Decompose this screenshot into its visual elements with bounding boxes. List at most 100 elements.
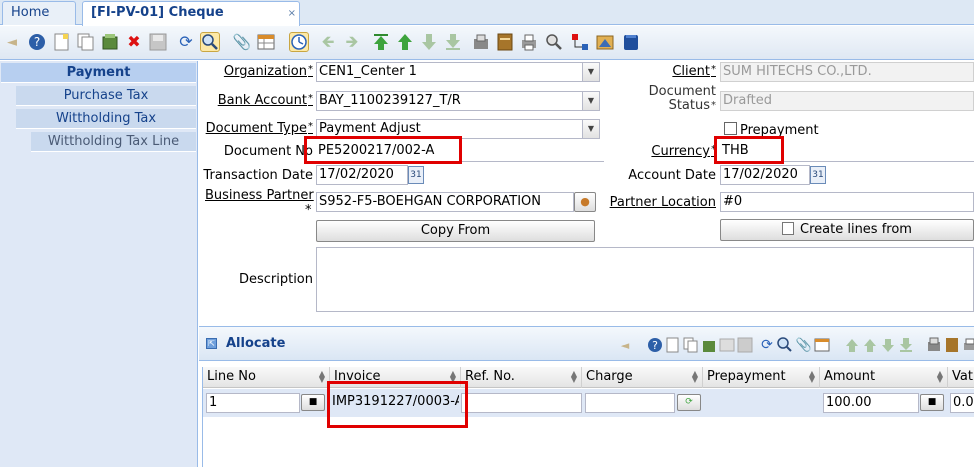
new-icon[interactable]: [52, 32, 72, 52]
vat-cell[interactable]: 0.00: [950, 393, 974, 413]
partner-location-label[interactable]: Partner Location: [610, 195, 716, 210]
column-header-line-no[interactable]: Line No ▲ ▼: [203, 367, 330, 388]
next-arrow-icon[interactable]: 🡺: [342, 32, 362, 52]
chevron-down-icon[interactable]: ▼: [582, 120, 599, 138]
next-record-icon[interactable]: [878, 335, 898, 355]
close-tab-icon[interactable]: ×: [288, 3, 296, 25]
prepayment-cell[interactable]: [703, 393, 820, 413]
grid-toggle-icon[interactable]: [256, 32, 276, 52]
prev-arrow-icon[interactable]: 🡸: [318, 32, 338, 52]
nav-item-payment[interactable]: Payment: [1, 63, 196, 83]
help-icon[interactable]: ?: [645, 335, 665, 355]
account-date-field[interactable]: 17/02/2020: [720, 165, 810, 185]
grid-toggle-icon[interactable]: [812, 335, 832, 355]
partner-location-field[interactable]: #0: [720, 192, 974, 212]
attachment-icon[interactable]: 📎: [794, 335, 814, 355]
new-icon[interactable]: [663, 335, 683, 355]
column-header-prepayment-label: Prepayment: [707, 369, 786, 384]
user-lookup-icon[interactable]: ●: [574, 192, 596, 212]
organization-label[interactable]: Organization*: [224, 64, 313, 79]
column-header-amount[interactable]: Amount ▲ ▼: [820, 367, 948, 388]
column-header-invoice[interactable]: Invoice ▲ ▼: [330, 367, 461, 388]
currency-label[interactable]: Currency*: [651, 144, 716, 159]
required-mark: *: [711, 64, 716, 75]
collapse-icon[interactable]: ⇱: [206, 338, 217, 349]
organization-label-text: Organization: [223, 64, 307, 79]
chevron-down-icon[interactable]: ▼: [582, 92, 599, 110]
bank-account-label[interactable]: Bank Account*: [218, 93, 313, 108]
back-icon[interactable]: ◄: [2, 32, 22, 52]
nav-item-purchase-tax[interactable]: Purchase Tax: [16, 86, 196, 106]
calendar-icon[interactable]: 31: [810, 166, 826, 184]
print-icon[interactable]: [960, 335, 974, 355]
find-icon[interactable]: [200, 32, 220, 52]
charge-cell[interactable]: [585, 393, 675, 413]
calendar-icon[interactable]: 31: [408, 166, 424, 184]
print-icon[interactable]: [519, 32, 539, 52]
process-icon[interactable]: [595, 32, 615, 52]
first-record-icon[interactable]: [842, 335, 862, 355]
create-lines-from-button[interactable]: Create lines from: [720, 219, 974, 241]
archive-icon[interactable]: [495, 32, 515, 52]
column-header-prepayment[interactable]: Prepayment ▲ ▼: [703, 367, 820, 388]
tab-cheque-payment[interactable]: [FI-PV-01] Cheque Payment ×: [82, 1, 300, 42]
bank-account-field[interactable]: BAY_1100239127_T/R ▼: [316, 91, 600, 111]
requery-icon[interactable]: ⟳: [757, 335, 777, 355]
database-icon[interactable]: ■: [301, 394, 325, 411]
description-textarea[interactable]: [316, 247, 974, 312]
copy-icon[interactable]: [681, 335, 701, 355]
refresh-record-icon[interactable]: [100, 32, 120, 52]
save-icon[interactable]: [735, 335, 755, 355]
database-icon[interactable]: [621, 32, 641, 52]
copy-from-button[interactable]: Copy From: [316, 220, 595, 242]
organization-field[interactable]: CEN1_Center 1 ▼: [316, 62, 600, 82]
last-record-icon[interactable]: [896, 335, 916, 355]
document-no-field[interactable]: PE5200217/002-A: [316, 142, 604, 162]
prev-record-icon[interactable]: [395, 32, 415, 52]
ref-no-cell[interactable]: [461, 393, 582, 413]
column-header-vat[interactable]: Vat: [948, 367, 974, 388]
last-record-icon[interactable]: [443, 32, 463, 52]
nav-item-wittholding-tax[interactable]: Wittholding Tax: [16, 109, 196, 129]
prepayment-checkbox[interactable]: [724, 122, 737, 135]
report-icon[interactable]: [471, 32, 491, 52]
delete-icon[interactable]: [717, 335, 737, 355]
document-type-field[interactable]: Payment Adjust ▼: [316, 119, 600, 139]
table-row[interactable]: 1 ■ IMP3191227/0003-A ⟳ 100.00 ■ 0.00: [203, 389, 974, 417]
delete-icon[interactable]: ✖: [124, 32, 144, 52]
line-no-cell[interactable]: 1: [206, 393, 300, 413]
currency-field[interactable]: THB: [720, 142, 974, 162]
archive-icon[interactable]: [942, 335, 962, 355]
transaction-date-field[interactable]: 17/02/2020: [316, 165, 408, 185]
column-header-ref-no[interactable]: Ref. No. ▲ ▼: [461, 367, 582, 388]
calculator-icon[interactable]: ■: [920, 394, 944, 411]
refresh-record-icon[interactable]: [699, 335, 719, 355]
document-type-label[interactable]: Document Type*: [206, 121, 313, 136]
amount-cell[interactable]: 100.00: [823, 393, 919, 413]
svg-text:?: ?: [34, 35, 40, 49]
back-icon[interactable]: ◄: [615, 335, 635, 355]
refresh-icon[interactable]: ⟳: [677, 394, 701, 411]
next-record-icon[interactable]: [419, 32, 439, 52]
first-record-icon[interactable]: [371, 32, 391, 52]
business-partner-field[interactable]: S952-F5-BOEHGAN CORPORATION: [316, 192, 574, 212]
nav-item-wittholding-tax-line[interactable]: Wittholding Tax Line: [31, 132, 196, 152]
business-partner-label[interactable]: Business Partner: [205, 189, 314, 203]
report-icon[interactable]: [924, 335, 944, 355]
history-icon[interactable]: [289, 32, 309, 52]
invoice-cell[interactable]: IMP3191227/0003-A: [330, 393, 459, 413]
requery-icon[interactable]: ⟳: [176, 32, 196, 52]
vat-value: 0.00: [953, 395, 974, 410]
copy-icon[interactable]: [76, 32, 96, 52]
workflow-icon[interactable]: [570, 32, 590, 52]
zoom-across-icon[interactable]: [544, 32, 564, 52]
tab-home[interactable]: Home (2): [2, 1, 76, 42]
save-icon[interactable]: [148, 32, 168, 52]
client-label[interactable]: Client*: [672, 64, 716, 79]
column-header-charge[interactable]: Charge ▲ ▼: [582, 367, 703, 388]
help-icon[interactable]: ?: [27, 32, 47, 52]
attachment-icon[interactable]: 📎: [232, 32, 252, 52]
chevron-down-icon[interactable]: ▼: [582, 63, 599, 81]
find-icon[interactable]: [775, 335, 795, 355]
prev-record-icon[interactable]: [860, 335, 880, 355]
